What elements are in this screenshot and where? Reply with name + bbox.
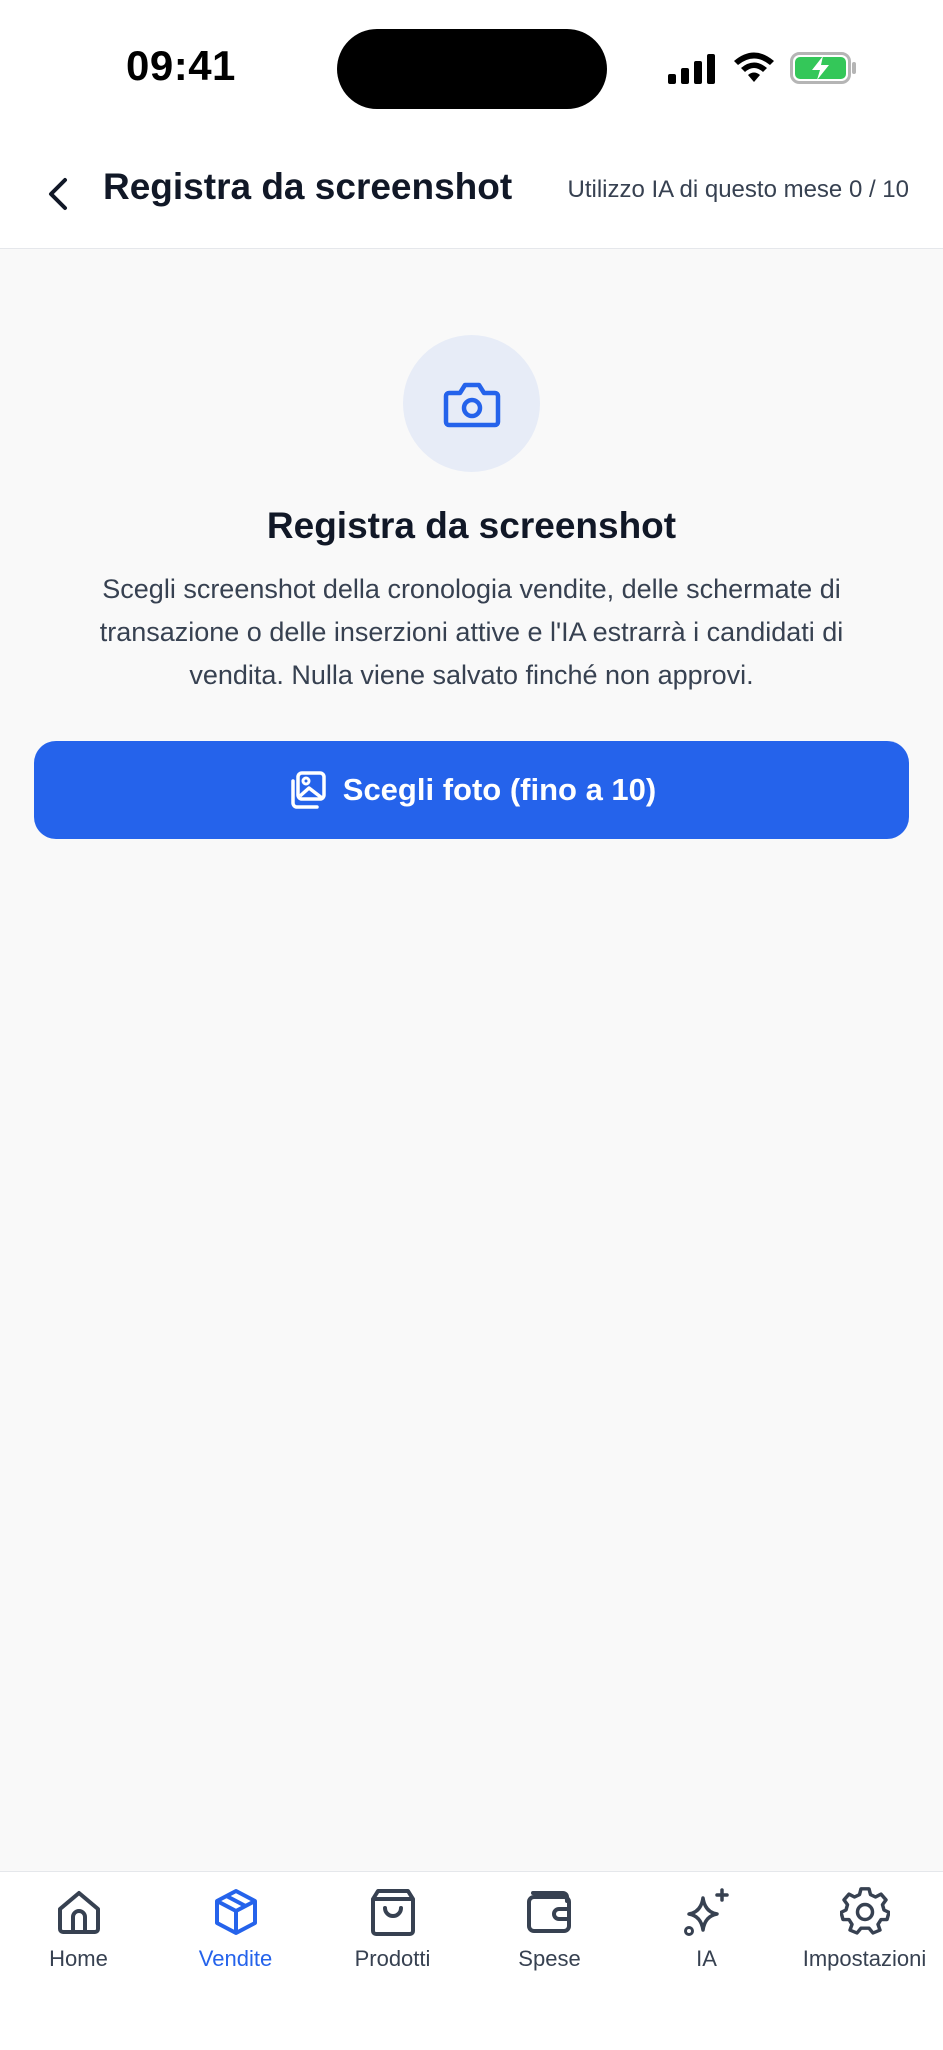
tab-label: Vendite bbox=[198, 1946, 273, 1971]
tab-ia[interactable]: IA bbox=[628, 1872, 785, 1982]
status-bar: 09:41 bbox=[0, 0, 943, 140]
tab-label: Spese bbox=[518, 1946, 581, 1971]
tab-vendite[interactable]: Vendite bbox=[157, 1872, 314, 1982]
tab-impostazioni[interactable]: Impostazioni bbox=[786, 1872, 943, 1982]
tab-bar: Home Vendite Prodotti Spese IA Impostazi… bbox=[0, 1871, 943, 2050]
tab-spese[interactable]: Spese bbox=[471, 1872, 628, 1982]
main-heading: Registra da screenshot bbox=[266, 505, 677, 546]
tab-prodotti[interactable]: Prodotti bbox=[314, 1872, 471, 1982]
photo-gallery-icon bbox=[291, 771, 326, 809]
home-icon bbox=[57, 1891, 100, 1934]
gear-icon bbox=[839, 1887, 890, 1935]
wallet-icon bbox=[526, 1891, 571, 1933]
chevron-left-icon bbox=[49, 178, 67, 210]
shopping-bag-icon bbox=[370, 1889, 415, 1936]
camera-icon-circle bbox=[403, 335, 540, 472]
tab-label: Impostazioni bbox=[802, 1946, 927, 1971]
tab-label: Prodotti bbox=[354, 1946, 431, 1971]
ai-usage-counter: Utilizzo IA di questo mese 0 / 10 bbox=[567, 176, 909, 203]
tab-label: Home bbox=[49, 1946, 108, 1971]
sparkles-icon bbox=[683, 1888, 729, 1936]
signal-icon bbox=[668, 54, 715, 84]
header: Registra da screenshot Utilizzo IA di qu… bbox=[0, 140, 943, 249]
status-time: 09:41 bbox=[126, 42, 236, 89]
battery-charging-icon bbox=[790, 52, 856, 84]
back-button[interactable] bbox=[38, 168, 78, 220]
wifi-icon bbox=[734, 52, 774, 82]
tab-label: IA bbox=[696, 1946, 717, 1971]
camera-icon bbox=[443, 382, 500, 427]
choose-photos-button[interactable]: Scegli foto (fino a 10) bbox=[34, 741, 909, 839]
dynamic-island bbox=[337, 29, 607, 109]
main-description: Scegli screenshot della cronologia vendi… bbox=[99, 574, 844, 690]
tab-home[interactable]: Home bbox=[0, 1872, 157, 1982]
box-icon bbox=[214, 1889, 257, 1935]
choose-photos-label: Scegli foto (fino a 10) bbox=[342, 772, 657, 807]
page-title: Registra da screenshot bbox=[103, 166, 513, 207]
